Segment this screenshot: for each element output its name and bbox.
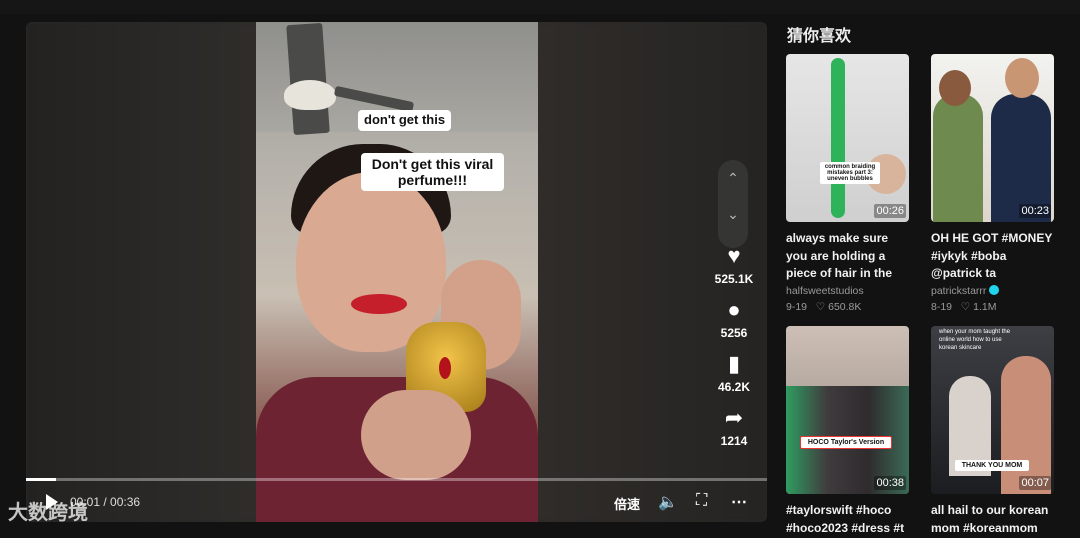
video-thumbnail[interactable]: when your mom taught the online world ho… [931,326,1054,494]
video-thumbnail[interactable]: HOCO Taylor's Version 00:38 [786,326,909,494]
hand-left [361,390,471,480]
card-likes: 650.8K [828,301,862,313]
save-button[interactable]: ▮ 46.2K [712,351,756,395]
share-icon: ➦ [724,405,744,430]
share-count: 1214 [720,434,748,448]
more-icon[interactable]: ⋯ [731,492,747,512]
card-likes: 1.1M [973,301,997,313]
like-count: 525.1K [714,272,754,286]
volume-icon[interactable]: 🔈 [658,492,678,512]
video-duration: 00:23 [1019,204,1051,218]
verified-icon [989,285,1000,295]
top-bar [0,0,1080,14]
fullscreen-icon[interactable]: ⛶ [696,492,707,510]
thumb-caption-top: when your mom taught the online world ho… [939,329,1011,351]
caption-top: don't get this [358,110,452,131]
video-duration: 00:26 [874,204,906,218]
heart-icon: ♥ [727,243,741,268]
thumb-caption: THANK YOU MOM [955,460,1029,471]
card-title[interactable]: all hail to our korean mom #koreanmom [931,502,1054,538]
recommend-card[interactable]: 00:23 OH HE GOT #MONEY #iykyk #boba @pat… [931,54,1054,313]
person-daughter [1001,356,1051,494]
player-controls: 00:01 / 00:36 倍速 🔈 ⛶ ⋯ [26,488,767,518]
person-right [991,94,1051,222]
card-title[interactable]: OH HE GOT #MONEY #iykyk #boba @patrick t… [931,230,1054,282]
save-count: 46.2K [717,380,751,394]
video-thumbnail[interactable]: common braiding mistakes part 3: uneven … [786,54,909,222]
video-duration: 00:38 [874,476,906,490]
card-meta: 9-19 ♡ 650.8K [786,301,909,313]
comment-button[interactable]: ● 5256 [712,297,756,341]
heart-outline-icon: ♡ [809,301,826,313]
card-date: 8-19 [931,301,953,313]
watermark: 大数跨境 [8,502,88,524]
recommend-card[interactable]: HOCO Taylor's Version 00:38 #taylorswift… [786,326,909,538]
ceiling-fan-lamp [284,80,336,110]
video-thumbnail[interactable]: 00:23 [931,54,1054,222]
like-button[interactable]: ♥ 525.1K [712,243,756,287]
thumb-caption: common braiding mistakes part 3: uneven … [820,162,880,184]
chevron-down-icon[interactable]: ⌄ [718,206,748,223]
card-title[interactable]: always make sure you are holding a piece… [786,230,909,282]
chevron-up-icon[interactable]: ⌃ [718,170,748,187]
recommend-card[interactable]: when your mom taught the online world ho… [931,326,1054,538]
video-frame[interactable]: don't get this Don't get this viral perf… [256,22,538,522]
video-player[interactable]: don't get this Don't get this viral perf… [26,22,767,522]
recommend-card[interactable]: common braiding mistakes part 3: uneven … [786,54,909,313]
comment-count: 5256 [720,326,748,340]
bookmark-icon: ▮ [727,351,741,376]
progress-bar[interactable] [26,478,767,481]
card-author-name: patrickstarrr [931,285,987,297]
share-button[interactable]: ➦ 1214 [712,405,756,449]
video-nav: ⌃ ⌄ [718,160,748,248]
heart-outline-icon: ♡ [954,301,971,313]
person-left-head [939,70,971,106]
person-left [933,94,983,222]
card-date: 9-19 [786,301,808,313]
comment-icon: ● [727,297,741,322]
recommend-title: 猜你喜欢 [787,28,852,45]
speed-button[interactable]: 倍速 [614,494,640,513]
card-meta: 8-19 ♡ 1.1M [931,301,1054,313]
card-title[interactable]: #taylorswift #hoco #hoco2023 #dress #t [786,502,909,538]
card-author[interactable]: patrickstarrr [931,285,1054,297]
thumb-caption: HOCO Taylor's Version [800,436,892,449]
ceiling-fan-icon [286,22,330,136]
braid-strand [831,58,845,218]
lips [351,294,407,314]
bottle-gem [439,357,451,379]
caption-main: Don't get this viral perfume!!! [361,153,504,192]
card-author[interactable]: halfsweetstudios [786,285,909,297]
video-duration: 00:07 [1019,476,1051,490]
progress-fill [26,478,56,481]
person-right-head [1005,58,1039,98]
